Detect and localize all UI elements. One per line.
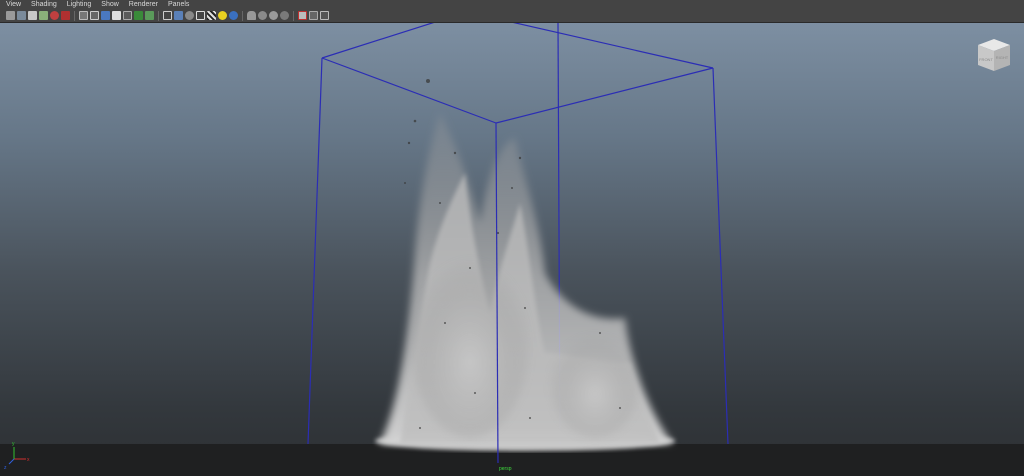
camera-name-label: persp — [499, 466, 512, 472]
bookmark-icon[interactable] — [28, 11, 37, 20]
backface-icon[interactable] — [298, 11, 307, 20]
toolbar-separator — [293, 10, 294, 21]
select-camera-icon[interactable] — [6, 11, 15, 20]
scene-canvas: x y z — [4, 23, 729, 471]
shadows-icon[interactable] — [229, 11, 238, 20]
safe-action-icon[interactable] — [134, 11, 143, 20]
perspective-viewport[interactable]: x y z FRONT RIGHT persp — [0, 23, 1024, 476]
toolbar-separator — [74, 10, 75, 21]
maya-viewport-panel: View Shading Lighting Show Renderer Pane… — [0, 0, 1024, 476]
view-cube-front[interactable]: FRONT — [979, 57, 993, 62]
menu-view[interactable]: View — [6, 0, 21, 9]
textured-icon[interactable] — [207, 11, 216, 20]
menu-panels[interactable]: Panels — [168, 0, 189, 9]
field-chart-icon[interactable] — [123, 11, 132, 20]
2d-pan-zoom-icon[interactable] — [50, 11, 59, 20]
menu-renderer[interactable]: Renderer — [129, 0, 158, 9]
resolution-icon[interactable] — [309, 11, 318, 20]
wireframe-icon[interactable] — [163, 11, 172, 20]
bounding-box-icon[interactable] — [196, 11, 205, 20]
flat-shade-icon[interactable] — [185, 11, 194, 20]
gate-mask-icon[interactable] — [112, 11, 121, 20]
safe-title-icon[interactable] — [145, 11, 154, 20]
xray-active-icon[interactable] — [280, 11, 289, 20]
motion-blur-icon[interactable] — [320, 11, 329, 20]
lights-icon[interactable] — [218, 11, 227, 20]
axis-x-label: x — [27, 457, 30, 463]
menu-shading[interactable]: Shading — [31, 0, 57, 9]
panel-toolbar — [0, 9, 1024, 23]
fluid-splash — [375, 79, 675, 451]
resolution-gate-icon[interactable] — [101, 11, 110, 20]
toolbar-separator — [242, 10, 243, 21]
toolbar-separator — [158, 10, 159, 21]
image-plane-icon[interactable] — [39, 11, 48, 20]
camera-attributes-icon[interactable] — [17, 11, 26, 20]
menu-show[interactable]: Show — [101, 0, 119, 9]
xray-joints-icon[interactable] — [269, 11, 278, 20]
grid-icon[interactable] — [79, 11, 88, 20]
axis-gizmo — [8, 447, 26, 465]
axis-z-label: z — [4, 465, 7, 471]
grease-pencil-icon[interactable] — [61, 11, 70, 20]
view-cube-right[interactable]: RIGHT — [996, 55, 1009, 60]
menu-lighting[interactable]: Lighting — [67, 0, 92, 9]
xray-icon[interactable] — [258, 11, 267, 20]
isolate-icon[interactable] — [247, 11, 256, 20]
axis-y-label: y — [12, 441, 15, 447]
panel-menu-bar: View Shading Lighting Show Renderer Pane… — [0, 0, 1024, 9]
film-gate-icon[interactable] — [90, 11, 99, 20]
view-cube[interactable]: FRONT RIGHT — [974, 37, 1014, 73]
smooth-shade-icon[interactable] — [174, 11, 183, 20]
